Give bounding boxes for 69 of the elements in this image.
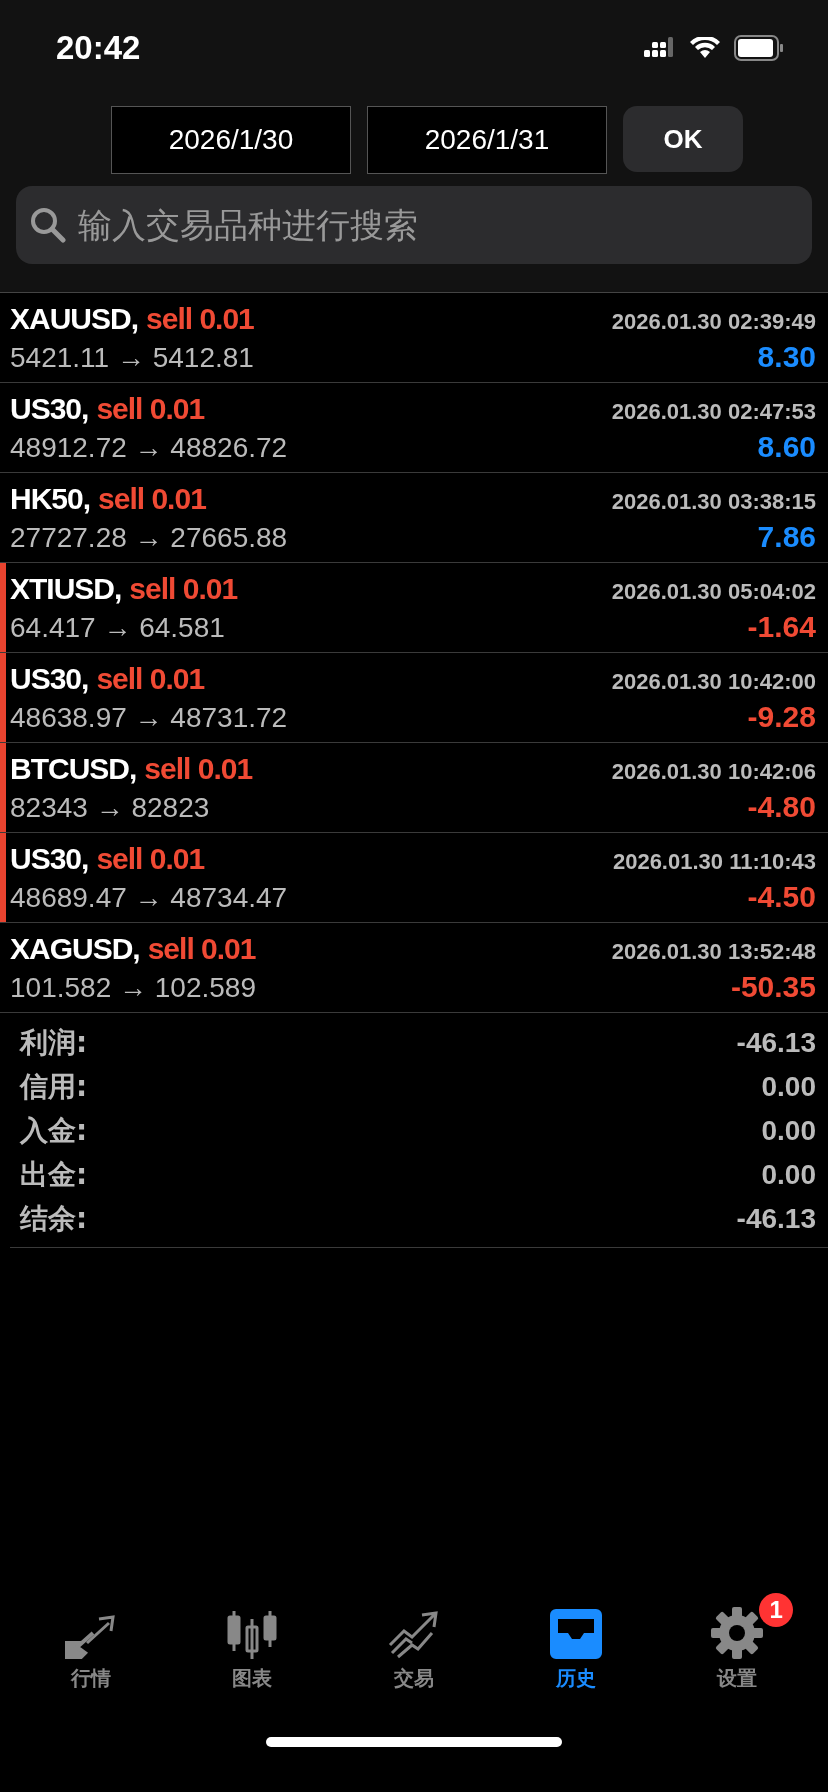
status-time: 20:42 — [56, 29, 141, 67]
summary-value: 0.00 — [761, 1159, 816, 1191]
summary-label: 结余: — [20, 1201, 88, 1237]
trade-time: 2026.01.30 02:47:53 — [611, 398, 816, 425]
trade-profit: -50.35 — [730, 969, 816, 1004]
tab-item[interactable]: 历史 — [505, 1591, 646, 1692]
battery-icon — [734, 35, 784, 61]
trade-side: sell 0.01 — [96, 841, 205, 875]
tab-item[interactable]: 行情 — [20, 1591, 161, 1692]
trade-prices: 82343 → 82823 — [10, 791, 210, 824]
trade-time: 2026.01.30 11:10:43 — [612, 848, 816, 875]
trade-symbol: XAGUSD, — [10, 931, 140, 965]
trade-prices: 48638.97 → 48731.72 — [10, 701, 288, 734]
summary-value: 0.00 — [761, 1115, 816, 1147]
trade-profit: -4.80 — [747, 789, 816, 824]
trade-symbol: XAUUSD, — [10, 301, 138, 335]
trade-side: sell 0.01 — [96, 391, 205, 425]
trade-prices: 48689.47 → 48734.47 — [10, 881, 288, 914]
trade-symbol: US30, — [10, 841, 89, 875]
trade-side: sell 0.01 — [147, 931, 256, 965]
search-icon — [30, 207, 66, 243]
summary-label: 利润: — [20, 1025, 88, 1061]
trend-up-icon — [388, 1611, 440, 1659]
trade-profit: 7.86 — [757, 519, 816, 554]
tab-item[interactable]: 图表 — [182, 1591, 323, 1692]
trade-side: sell 0.01 — [96, 661, 205, 695]
summary-label: 出金: — [20, 1157, 88, 1193]
end-date-field[interactable]: 2026/1/31 — [367, 106, 607, 174]
tab-item[interactable]: 1 设置 — [667, 1591, 808, 1692]
gear-icon — [711, 1607, 764, 1659]
trade-prices: 5421.11 → 5412.81 — [10, 341, 254, 374]
trade-prices: 27727.28 → 27665.88 — [10, 521, 288, 554]
trade-profit: -4.50 — [747, 879, 816, 914]
trade-time: 2026.01.30 02:39:49 — [611, 308, 816, 335]
summary-value: 0.00 — [761, 1071, 816, 1103]
ok-button[interactable]: OK — [623, 106, 743, 172]
summary-value: -46.13 — [736, 1027, 816, 1059]
notification-badge: 1 — [759, 1593, 794, 1627]
candlestick-icon — [226, 1609, 279, 1659]
summary-label: 入金: — [20, 1113, 88, 1149]
wifi-icon — [690, 37, 720, 59]
trade-symbol: XTIUSD, — [10, 571, 122, 605]
trade-profit: 8.30 — [757, 339, 816, 374]
trade-time: 2026.01.30 10:42:06 — [611, 758, 816, 785]
trade-time: 2026.01.30 10:42:00 — [611, 668, 816, 695]
trade-time: 2026.01.30 05:04:02 — [611, 578, 816, 605]
trade-prices: 64.417 → 64.581 — [10, 611, 225, 644]
tab-item[interactable]: 交易 — [344, 1591, 484, 1692]
trade-profit: -9.28 — [747, 699, 816, 734]
trade-profit: -1.64 — [747, 609, 816, 644]
trade-symbol: US30, — [10, 391, 89, 425]
inbox-icon — [549, 1609, 602, 1659]
start-date-field[interactable]: 2026/1/30 — [111, 106, 351, 174]
trade-time: 2026.01.30 03:38:15 — [611, 488, 816, 515]
trade-symbol: HK50, — [10, 481, 91, 515]
summary-value: -46.13 — [736, 1203, 816, 1235]
trade-side: sell 0.01 — [98, 481, 206, 515]
trade-profit: 8.60 — [757, 429, 816, 464]
trade-prices: 48912.72 → 48826.72 — [10, 431, 288, 464]
trade-symbol: BTCUSD, — [10, 751, 137, 785]
trade-side: sell 0.01 — [144, 751, 253, 785]
trade-side: sell 0.01 — [146, 301, 254, 335]
search-field[interactable]: 输入交易品种进行搜索 — [16, 186, 812, 264]
trade-side: sell 0.01 — [129, 571, 238, 605]
trade-symbol: US30, — [10, 661, 89, 695]
summary-label: 信用: — [20, 1069, 88, 1105]
signal-icon — [644, 37, 676, 59]
trade-prices: 101.582 → 102.589 — [10, 971, 256, 1004]
trade-time: 2026.01.30 13:52:48 — [611, 938, 816, 965]
